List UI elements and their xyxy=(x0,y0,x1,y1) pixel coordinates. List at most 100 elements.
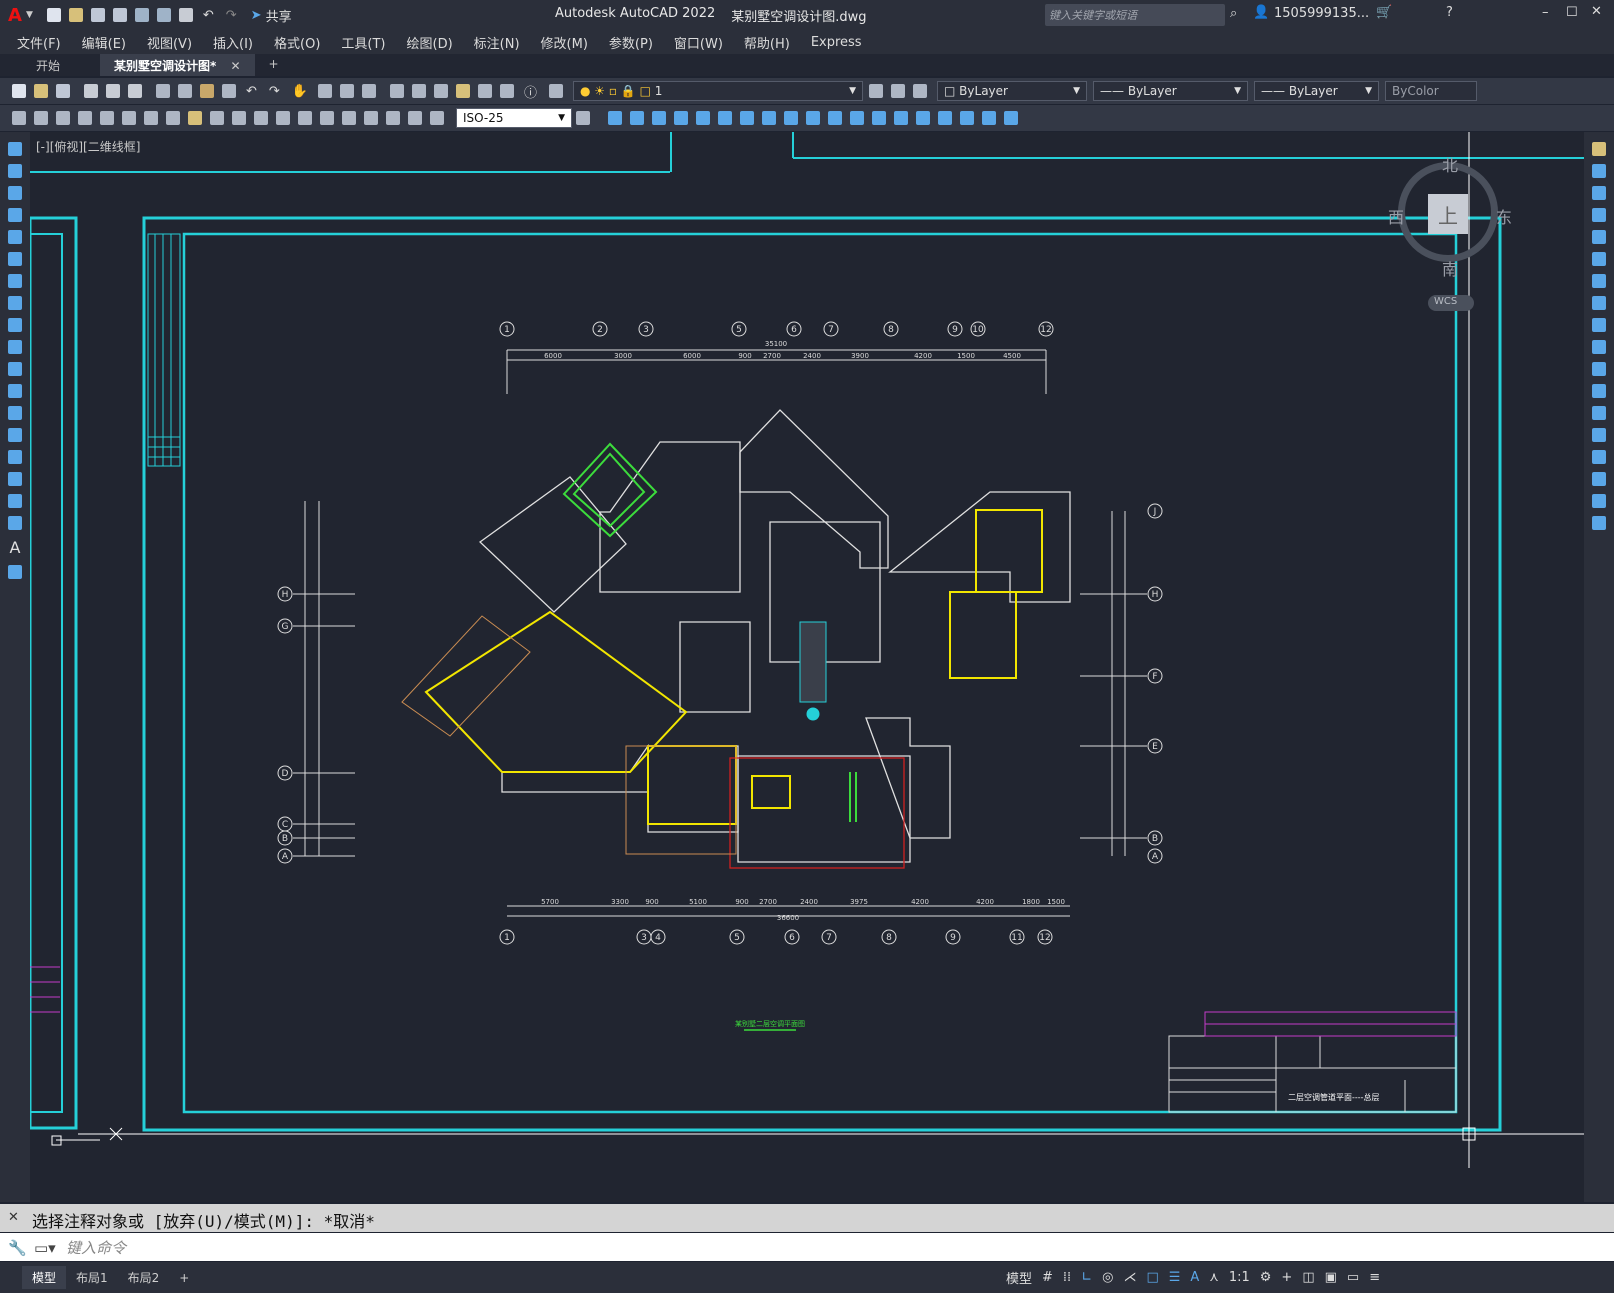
sheetset-icon[interactable] xyxy=(456,84,470,98)
viewcube-face-top[interactable]: 上 xyxy=(1428,194,1468,234)
calculator-icon[interactable] xyxy=(500,84,514,98)
menu-insert[interactable]: 插入(I) xyxy=(206,33,267,52)
break-point-icon[interactable] xyxy=(1592,384,1606,398)
trim-r-icon[interactable] xyxy=(1592,340,1606,354)
ungroup-icon[interactable] xyxy=(1004,111,1018,125)
extend-r-icon[interactable] xyxy=(1592,362,1606,376)
layer-properties-icon[interactable] xyxy=(549,84,564,98)
tab-start[interactable]: 开始 xyxy=(22,54,100,76)
inspection-icon[interactable] xyxy=(342,111,356,125)
command-input[interactable]: 键入命令 xyxy=(66,1239,126,1257)
hardware-accel-icon[interactable]: ▣ xyxy=(1325,1270,1337,1285)
redo-icon[interactable]: ↷ xyxy=(226,8,237,23)
viewcube-east[interactable]: 东 xyxy=(1496,204,1512,228)
move-3d-icon[interactable] xyxy=(608,111,622,125)
break-r-icon[interactable] xyxy=(1592,406,1606,420)
offset-icon[interactable] xyxy=(674,111,688,125)
dim-break-icon[interactable] xyxy=(276,111,290,125)
save-web-icon[interactable] xyxy=(156,8,171,22)
user-name[interactable]: 1505999135... xyxy=(1274,6,1369,21)
region-icon[interactable] xyxy=(8,494,22,508)
osnap-icon[interactable]: □ xyxy=(1146,1270,1158,1285)
share-icon[interactable]: ➤ xyxy=(251,8,262,23)
zoom-window-icon[interactable] xyxy=(340,84,354,98)
point-icon[interactable] xyxy=(8,428,22,442)
save-tb-icon[interactable] xyxy=(56,84,70,98)
search-box[interactable]: 键入关键字或短语 xyxy=(1045,4,1225,26)
explode-r-icon[interactable] xyxy=(1592,516,1606,530)
snap-icon[interactable]: ⁞⁞ xyxy=(1063,1270,1071,1285)
copy-icon[interactable] xyxy=(178,84,192,98)
undo-tb-icon[interactable]: ↶ xyxy=(246,84,257,99)
add-layout-button[interactable]: + xyxy=(169,1268,199,1288)
layout-tab-1[interactable]: 布局1 xyxy=(66,1266,118,1289)
table-icon[interactable] xyxy=(8,516,22,530)
minimize-icon[interactable]: – xyxy=(1542,5,1549,20)
dim-text-edit-icon[interactable] xyxy=(408,111,422,125)
dim-space-icon[interactable] xyxy=(254,111,268,125)
layout-tab-model[interactable]: 模型 xyxy=(22,1266,67,1289)
arc-icon[interactable] xyxy=(8,252,22,266)
continue-dim-icon[interactable] xyxy=(232,111,246,125)
polar-icon[interactable]: ◎ xyxy=(1102,1270,1113,1285)
ellipse-icon[interactable] xyxy=(8,340,22,354)
array-icon[interactable] xyxy=(696,111,710,125)
menu-modify[interactable]: 修改(M) xyxy=(534,33,602,52)
ortho-icon[interactable]: ∟ xyxy=(1081,1270,1092,1285)
radius-dim-icon[interactable] xyxy=(100,111,114,125)
ordinate-dim-icon[interactable] xyxy=(78,111,92,125)
autocad-logo-icon[interactable]: A xyxy=(8,5,22,26)
layout-tab-2[interactable]: 布局2 xyxy=(118,1266,170,1289)
help-tb-icon[interactable]: ⓘ xyxy=(524,82,537,101)
ellipse-arc-icon[interactable] xyxy=(8,362,22,376)
break-icon[interactable] xyxy=(850,111,864,125)
trim-icon[interactable] xyxy=(806,111,820,125)
gradient-icon[interactable] xyxy=(8,472,22,486)
qnew-icon[interactable] xyxy=(12,84,26,98)
menu-draw[interactable]: 绘图(D) xyxy=(400,33,467,52)
command-customize-icon[interactable]: 🔧 xyxy=(8,1239,27,1257)
polyline-icon[interactable] xyxy=(8,186,22,200)
menu-file[interactable]: 文件(F) xyxy=(10,33,75,52)
tab-close-icon[interactable]: ✕ xyxy=(230,59,240,73)
command-input-row[interactable]: 🔧 ▭▾ 键入命令 xyxy=(0,1233,1614,1261)
dim-edit-icon[interactable] xyxy=(386,111,400,125)
copy-r-icon[interactable] xyxy=(1592,164,1606,178)
publish-icon[interactable] xyxy=(128,84,142,98)
zoom-realtime-icon[interactable] xyxy=(318,84,332,98)
lineweight-icon[interactable]: ☰ xyxy=(1169,1270,1181,1285)
mirror-r-icon[interactable] xyxy=(1592,186,1606,200)
preview-icon[interactable] xyxy=(106,84,120,98)
explode-icon[interactable] xyxy=(938,111,952,125)
designcenter-icon[interactable] xyxy=(412,84,426,98)
save-as-icon[interactable] xyxy=(112,8,127,22)
menu-window[interactable]: 窗口(W) xyxy=(667,33,737,52)
linetype-dropdown[interactable]: —— ByLayer ▼ xyxy=(1093,81,1249,101)
command-recent-icon[interactable]: ▭▾ xyxy=(34,1239,56,1257)
fillet-icon[interactable] xyxy=(916,111,930,125)
matchprop-icon[interactable] xyxy=(222,84,236,98)
annotation-scale-value[interactable]: 1:1 xyxy=(1229,1270,1250,1285)
tool-palettes-icon[interactable] xyxy=(434,84,448,98)
array-r-icon[interactable] xyxy=(1592,230,1606,244)
viewcube-west[interactable]: 西 xyxy=(1388,204,1404,228)
center-mark-icon[interactable] xyxy=(320,111,334,125)
linear-dim-icon[interactable] xyxy=(12,111,26,125)
chamfer-r-icon[interactable] xyxy=(1592,450,1606,464)
paste-icon[interactable] xyxy=(200,84,214,98)
quick-dim-icon[interactable] xyxy=(188,111,202,125)
group-icon[interactable] xyxy=(982,111,996,125)
join-icon[interactable] xyxy=(872,111,886,125)
dim-update-icon[interactable] xyxy=(430,111,444,125)
annotation-scale-icon[interactable]: ⋏ xyxy=(1209,1270,1219,1285)
annotation-visibility-icon[interactable]: A xyxy=(1190,1270,1199,1285)
copy-3d-icon[interactable] xyxy=(630,111,644,125)
make-current-icon[interactable] xyxy=(869,84,884,98)
viewcube-south[interactable]: 南 xyxy=(1442,256,1458,280)
grid-icon[interactable]: # xyxy=(1042,1270,1053,1285)
erase-r-icon[interactable] xyxy=(1592,142,1606,156)
cut-icon[interactable] xyxy=(156,84,170,98)
stretch-icon[interactable] xyxy=(784,111,798,125)
construction-line-icon[interactable] xyxy=(8,164,22,178)
customize-icon[interactable]: ≡ xyxy=(1369,1270,1380,1285)
